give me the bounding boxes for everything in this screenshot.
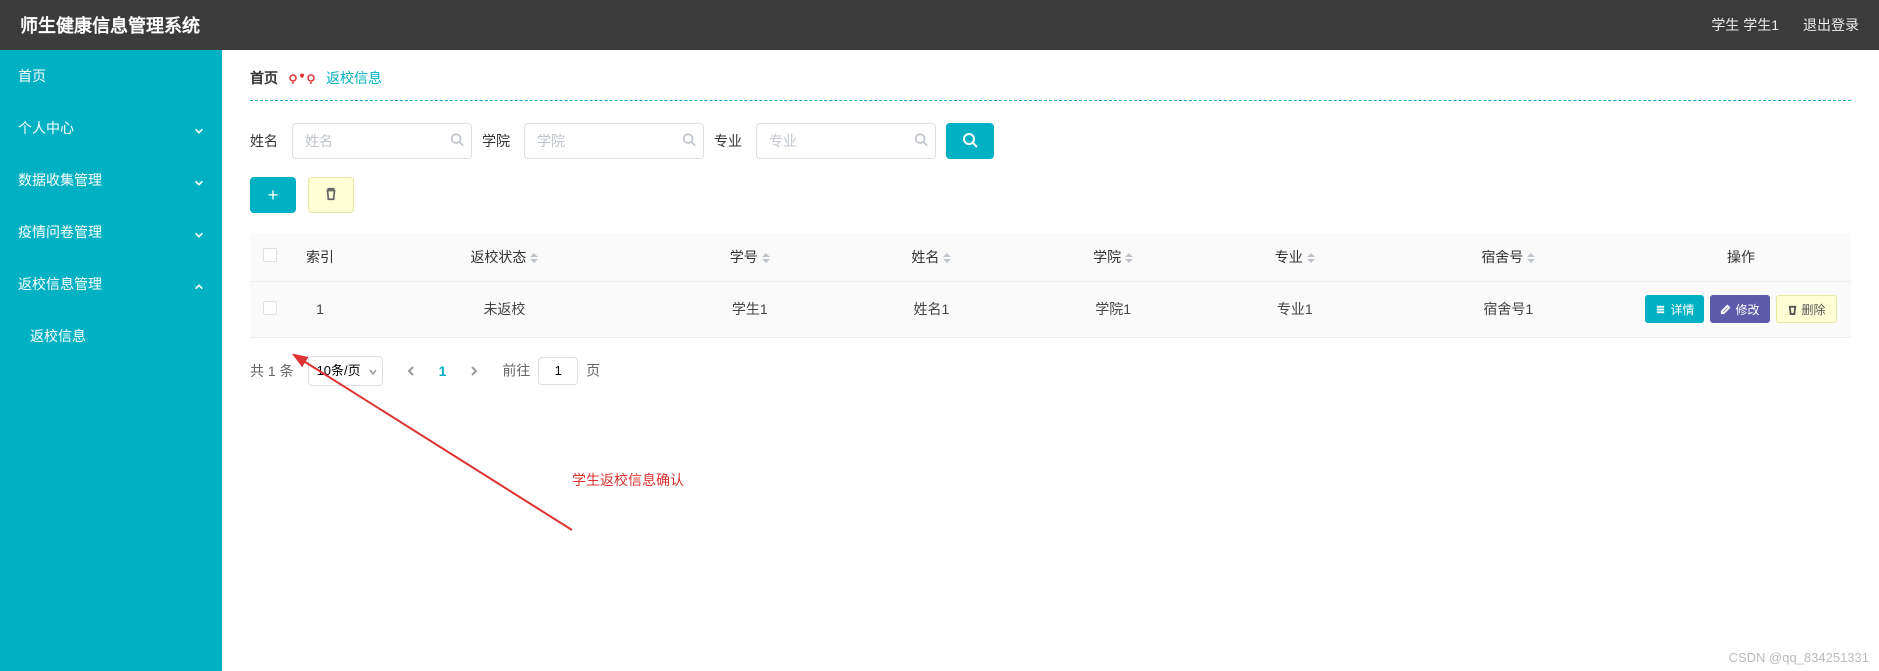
sort-icon [530, 253, 538, 263]
row-checkbox[interactable] [263, 301, 277, 315]
chevron-down-icon [194, 175, 204, 185]
edit-icon [1720, 304, 1731, 315]
sidebar-item-return-info[interactable]: 返校信息管理 [0, 258, 222, 310]
breadcrumb: 首页 返校信息 [250, 68, 1851, 101]
annotation-text: 学生返校信息确认 [572, 470, 684, 490]
list-icon [1655, 304, 1666, 315]
sidebar-item-survey[interactable]: 疫情问卷管理 [0, 206, 222, 258]
sort-icon [943, 253, 951, 263]
breadcrumb-current: 返校信息 [326, 68, 382, 88]
col-student-no[interactable]: 学号 [659, 233, 841, 281]
cell-dorm: 宿舍号1 [1386, 281, 1631, 337]
cell-student-no: 学生1 [659, 281, 841, 337]
col-dorm[interactable]: 宿舍号 [1386, 233, 1631, 281]
sort-icon [762, 253, 770, 263]
main-content: 首页 返校信息 姓名 学院 专业 [222, 50, 1879, 671]
col-index: 索引 [290, 233, 350, 281]
filter-major-label: 专业 [714, 131, 742, 151]
sort-icon [1125, 253, 1133, 263]
sort-icon [1527, 253, 1535, 263]
filter-college-label: 学院 [482, 131, 510, 151]
search-icon [962, 132, 978, 151]
sort-icon [1307, 253, 1315, 263]
sidebar-item-profile[interactable]: 个人中心 [0, 102, 222, 154]
chevron-down-icon [194, 123, 204, 133]
breadcrumb-separator-icon [288, 71, 316, 85]
filter-name-label: 姓名 [250, 131, 278, 151]
col-major[interactable]: 专业 [1204, 233, 1386, 281]
trash-icon [1787, 304, 1798, 315]
col-return-status[interactable]: 返校状态 [350, 233, 659, 281]
search-icon [450, 133, 464, 150]
delete-button[interactable]: 删除 [1776, 295, 1837, 323]
cell-index: 1 [290, 281, 350, 337]
prev-page-button[interactable] [397, 357, 425, 385]
top-bar: 师生健康信息管理系统 学生 学生1 退出登录 [0, 0, 1879, 50]
sidebar-item-label: 数据收集管理 [18, 170, 102, 190]
col-actions: 操作 [1631, 233, 1851, 281]
col-college[interactable]: 学院 [1022, 233, 1204, 281]
data-table: 索引 返校状态 学号 姓名 学院 专业 宿舍号 操作 1 未返校 学生1 姓名1 [250, 233, 1851, 338]
filter-bar: 姓名 学院 专业 [250, 123, 1851, 159]
chevron-up-icon [194, 279, 204, 289]
cell-college: 学院1 [1022, 281, 1204, 337]
sidebar-item-label: 首页 [18, 66, 46, 86]
pagination: 共 1 条 10条/页 1 前往 页 [250, 356, 1851, 386]
sidebar: 首页 个人中心 数据收集管理 疫情问卷管理 返校信息管理 返校信息 [0, 50, 222, 671]
cell-major: 专业1 [1204, 281, 1386, 337]
sidebar-item-home[interactable]: 首页 [0, 50, 222, 102]
batch-delete-button[interactable] [308, 177, 354, 213]
cell-return-status: 未返校 [350, 281, 659, 337]
pagination-total: 共 1 条 [250, 361, 294, 381]
cell-name: 姓名1 [841, 281, 1023, 337]
table-action-row: + [250, 177, 1851, 213]
page-size-select[interactable]: 10条/页 [308, 356, 383, 386]
search-button[interactable] [946, 123, 994, 159]
col-name[interactable]: 姓名 [841, 233, 1023, 281]
watermark: CSDN @qq_834251331 [1729, 650, 1869, 665]
add-button[interactable]: + [250, 177, 296, 213]
sidebar-item-return-info-child[interactable]: 返校信息 [0, 310, 222, 362]
search-icon [682, 133, 696, 150]
breadcrumb-home[interactable]: 首页 [250, 68, 278, 88]
filter-major-input[interactable] [756, 123, 936, 159]
chevron-down-icon [194, 227, 204, 237]
page-jump-input[interactable] [538, 357, 578, 385]
detail-button[interactable]: 详情 [1645, 295, 1704, 323]
table-row: 1 未返校 学生1 姓名1 学院1 专业1 宿舍号1 详情 修改 删除 [250, 281, 1851, 337]
current-page[interactable]: 1 [439, 363, 447, 379]
plus-icon: + [268, 185, 279, 206]
sidebar-item-data-collect[interactable]: 数据收集管理 [0, 154, 222, 206]
page-jump: 前往 页 [502, 357, 600, 385]
search-icon [914, 133, 928, 150]
sidebar-item-label: 疫情问卷管理 [18, 222, 102, 242]
edit-button[interactable]: 修改 [1710, 295, 1769, 323]
user-label[interactable]: 学生 学生1 [1711, 15, 1779, 35]
trash-icon [324, 187, 338, 204]
next-page-button[interactable] [460, 357, 488, 385]
select-all-checkbox[interactable] [263, 248, 277, 262]
sidebar-item-label: 个人中心 [18, 118, 74, 138]
app-title: 师生健康信息管理系统 [20, 12, 200, 38]
filter-college-input[interactable] [524, 123, 704, 159]
sidebar-item-label: 返校信息 [30, 326, 86, 346]
logout-link[interactable]: 退出登录 [1803, 15, 1859, 35]
sidebar-item-label: 返校信息管理 [18, 274, 102, 294]
filter-name-input[interactable] [292, 123, 472, 159]
